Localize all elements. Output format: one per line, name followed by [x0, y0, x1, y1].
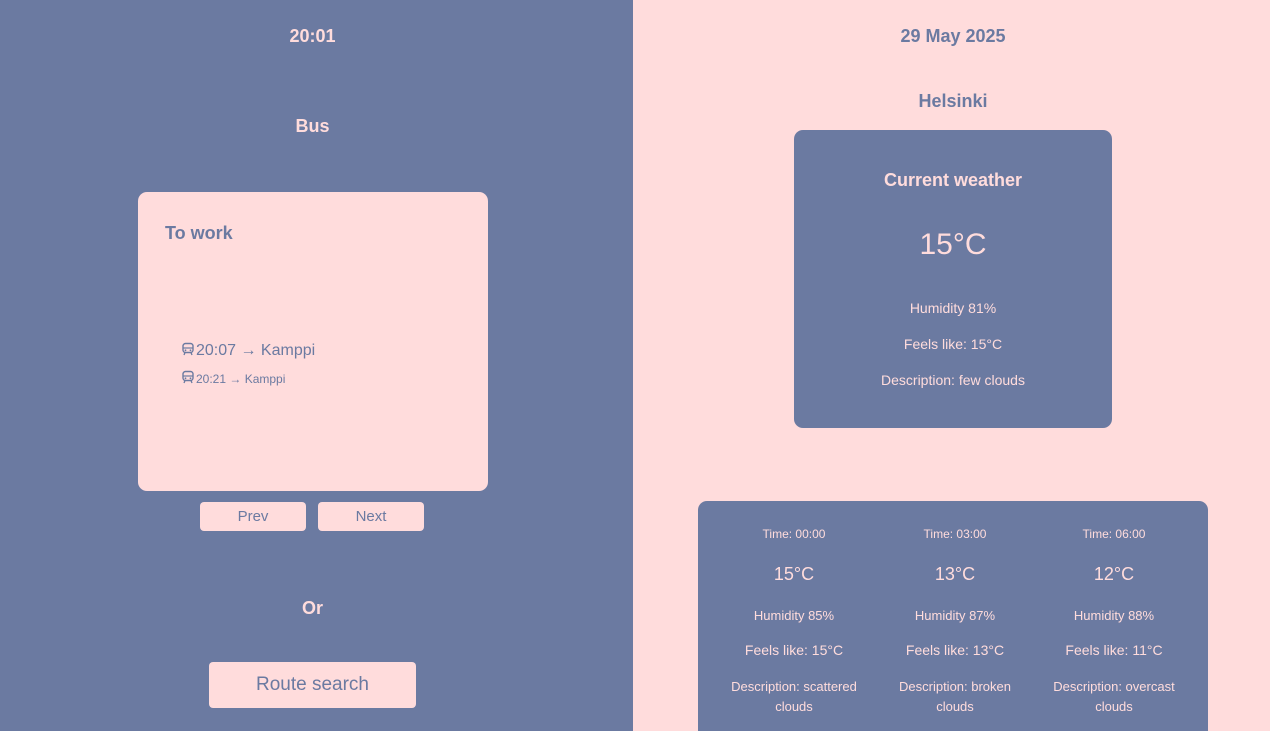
page: 20:01 Bus To work 20:07 → Kamppi 20:21 →…: [0, 0, 1270, 731]
forecast-temperature: 12°C: [1093, 564, 1135, 584]
forecast-description: Description: scattered clouds: [731, 679, 857, 714]
departure-item: 20:21 → Kamppi: [181, 370, 286, 386]
route-card-title: To work: [165, 223, 233, 243]
forecast-humidity: Humidity 87%: [914, 608, 996, 623]
date-label: 29 May 2025: [900, 26, 1006, 46]
next-button[interactable]: Next: [318, 502, 424, 531]
departure-text: 20:07 → Kamppi: [196, 342, 316, 359]
forecast-time: Time: 06:00: [1082, 527, 1146, 541]
forecast-feels-like: Feels like: 13°C: [905, 642, 1005, 658]
forecast-card: Time: 00:00 15°C Humidity 85% Feels like…: [698, 501, 1208, 731]
current-weather-title: Current weather: [883, 170, 1023, 190]
city-label: Helsinki: [918, 91, 988, 111]
transit-panel: 20:01 Bus To work 20:07 → Kamppi 20:21 →…: [0, 0, 633, 731]
forecast-description: Description: overcast clouds: [1053, 679, 1175, 714]
forecast-description: Description: broken clouds: [899, 679, 1011, 714]
forecast-humidity: Humidity 85%: [753, 608, 835, 623]
departure-item: 20:07 → Kamppi: [181, 342, 315, 360]
or-separator: Or: [301, 598, 323, 618]
forecast-temperature: 13°C: [934, 564, 976, 584]
departure-text: 20:21 → Kamppi: [196, 372, 286, 386]
bus-icon: [181, 342, 195, 356]
forecast-feels-like: Feels like: 15°C: [744, 642, 844, 658]
forecast-time: Time: 03:00: [923, 527, 987, 541]
forecast-time: Time: 00:00: [762, 527, 826, 541]
current-weather-card: Current weather 15°C Humidity 81% Feels …: [794, 130, 1112, 428]
prev-button[interactable]: Prev: [200, 502, 306, 531]
current-temperature: 15°C: [919, 228, 987, 261]
current-humidity: Humidity 81%: [909, 300, 997, 316]
clock: 20:01: [289, 26, 336, 46]
current-feels-like: Feels like: 15°C: [903, 336, 1003, 352]
weather-panel: 29 May 2025 Helsinki Current weather 15°…: [633, 0, 1270, 731]
route-card: To work 20:07 → Kamppi 20:21 → Kamppi: [138, 192, 488, 491]
forecast-feels-like: Feels like: 11°C: [1065, 642, 1163, 658]
transport-mode-title: Bus: [295, 116, 330, 136]
forecast-humidity: Humidity 88%: [1073, 608, 1155, 623]
bus-icon: [181, 370, 195, 384]
current-description: Description: few clouds: [881, 372, 1025, 388]
route-search-button[interactable]: Route search: [209, 662, 416, 708]
forecast-temperature: 15°C: [773, 564, 815, 584]
